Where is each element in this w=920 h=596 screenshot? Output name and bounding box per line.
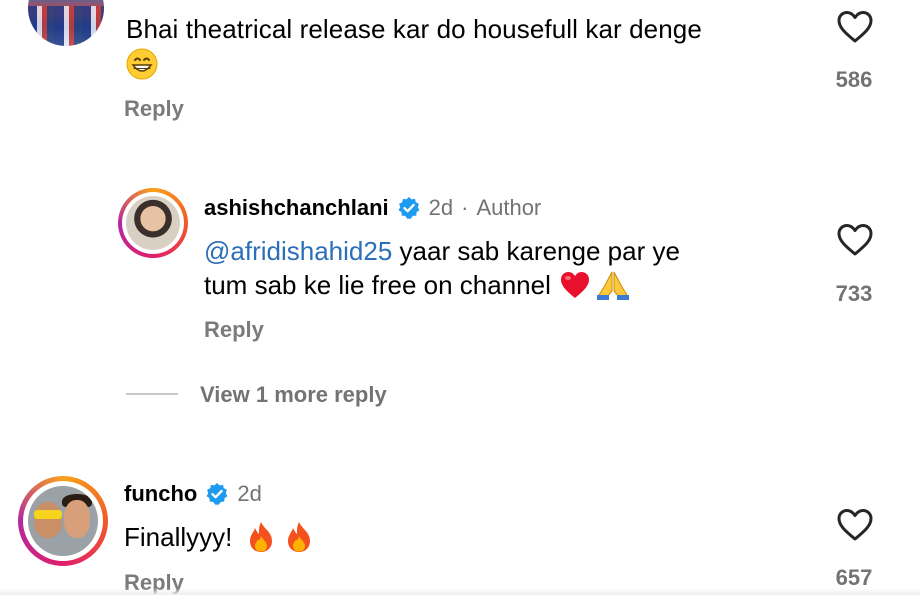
verified-badge-icon bbox=[206, 483, 228, 505]
reply-text-line1: @afridishahid25 yaar sab karenge par ye bbox=[204, 234, 680, 268]
like-count: 586 bbox=[835, 67, 873, 92]
reply-button[interactable]: Reply bbox=[124, 96, 184, 122]
like-heart-icon[interactable] bbox=[836, 10, 874, 44]
timestamp: 2d bbox=[428, 195, 454, 220]
separator-dot: · bbox=[461, 195, 469, 220]
reply-text-rest: yaar sab karenge par ye bbox=[392, 236, 680, 266]
bottom-edge bbox=[0, 588, 920, 595]
mention-link[interactable]: @afridishahid25 bbox=[204, 236, 392, 266]
grinning-face-emoji-icon bbox=[126, 48, 158, 80]
username[interactable]: ashishchanchlani bbox=[204, 195, 389, 221]
fire-emoji-icon bbox=[288, 522, 311, 552]
timestamp: 2d bbox=[237, 481, 262, 506]
commenter-avatar[interactable] bbox=[28, 0, 104, 46]
comment-text: Finallyyy! bbox=[124, 522, 233, 552]
replies-divider-line bbox=[126, 393, 178, 395]
reply-header: ashishchanchlani 2d · Author bbox=[204, 195, 541, 221]
username[interactable]: funcho bbox=[124, 481, 197, 507]
reply-text-line2: tum sab ke lie free on channel bbox=[204, 268, 631, 302]
folded-hands-emoji-icon bbox=[596, 271, 629, 300]
author-label: Author bbox=[476, 195, 542, 220]
comment-text: Bhai theatrical release kar do housefull… bbox=[126, 14, 702, 44]
author-avatar[interactable] bbox=[118, 188, 188, 258]
comment-header: funcho 2d bbox=[124, 481, 262, 507]
reply-button[interactable]: Reply bbox=[204, 317, 264, 343]
like-count: 733 bbox=[835, 281, 873, 306]
red-heart-emoji-icon bbox=[560, 272, 589, 298]
view-more-replies-button[interactable]: View 1 more reply bbox=[200, 382, 387, 408]
verified-badge-icon bbox=[398, 197, 420, 219]
comment-text-row: Finallyyy! bbox=[124, 520, 314, 554]
commenter-avatar[interactable] bbox=[18, 476, 108, 566]
reply-text: tum sab ke lie free on channel bbox=[204, 270, 551, 300]
fire-emoji-icon bbox=[250, 522, 273, 552]
like-heart-icon[interactable] bbox=[836, 223, 874, 257]
like-heart-icon[interactable] bbox=[836, 508, 874, 542]
